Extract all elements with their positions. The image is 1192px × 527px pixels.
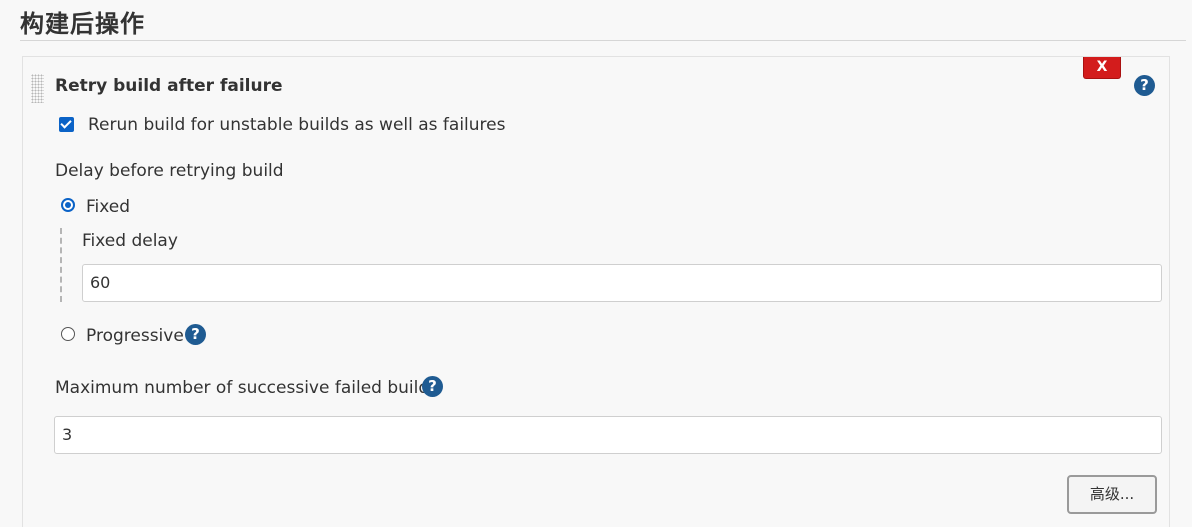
max-failed-help-icon[interactable]: ?	[422, 376, 443, 397]
progressive-radio-label: Progressive	[86, 326, 184, 346]
help-icon[interactable]: ?	[1134, 75, 1155, 96]
fixed-radio-label: Fixed	[86, 197, 131, 217]
post-build-actions-page: 构建后操作 Retry build after failure X ? Reru…	[0, 0, 1192, 527]
max-failed-input[interactable]: 3	[54, 416, 1162, 454]
rerun-unstable-checkbox[interactable]	[59, 117, 74, 132]
rerun-unstable-label: Rerun build for unstable builds as well …	[88, 115, 506, 135]
fixed-radio[interactable]	[61, 198, 75, 212]
section-title: 构建后操作	[20, 10, 145, 38]
advanced-button[interactable]: 高级...	[1067, 475, 1157, 514]
nested-indent-line	[60, 228, 62, 302]
max-failed-label: Maximum number of successive failed buil…	[55, 378, 439, 398]
section-divider	[20, 40, 1186, 41]
progressive-radio[interactable]	[61, 327, 75, 341]
delete-step-button[interactable]: X	[1083, 57, 1121, 79]
fixed-delay-input[interactable]: 60	[82, 264, 1162, 302]
progressive-help-icon[interactable]: ?	[185, 324, 206, 345]
card-title: Retry build after failure	[55, 76, 283, 96]
fixed-delay-label: Fixed delay	[82, 231, 178, 251]
delay-label: Delay before retrying build	[55, 161, 284, 181]
drag-handle-icon[interactable]	[31, 74, 44, 103]
